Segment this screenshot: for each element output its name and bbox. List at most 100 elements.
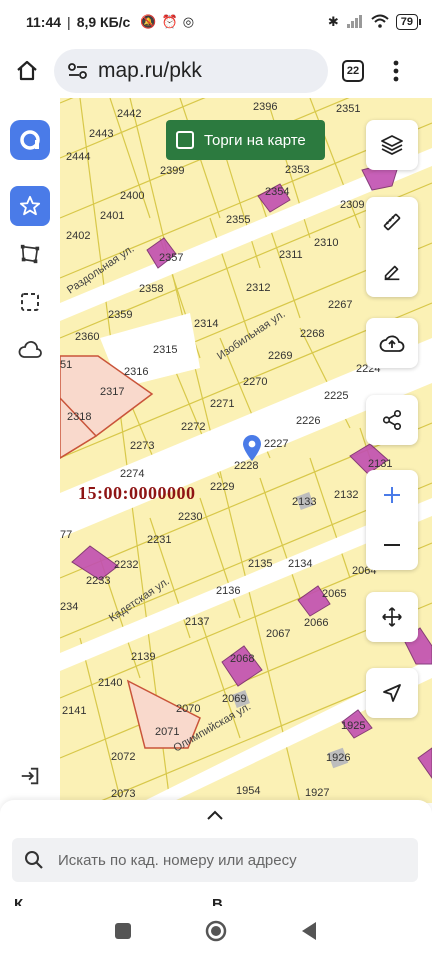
favorites-button[interactable]	[10, 186, 50, 226]
square-icon	[115, 922, 131, 939]
svg-text:2071: 2071	[155, 726, 179, 738]
signal-icon	[346, 14, 364, 31]
home-nav-button[interactable]	[204, 919, 228, 948]
svg-text:2270: 2270	[243, 376, 267, 388]
locate-me-button[interactable]	[366, 668, 418, 718]
svg-text:2401: 2401	[100, 210, 124, 222]
svg-text:2136: 2136	[216, 585, 240, 597]
back-triangle-icon	[302, 921, 316, 940]
svg-text:2272: 2272	[181, 421, 205, 433]
svg-text:2311: 2311	[279, 249, 303, 261]
svg-text:2443: 2443	[89, 128, 113, 140]
measure-control	[366, 197, 418, 297]
dashed-square-icon	[21, 293, 39, 311]
svg-text:2309: 2309	[340, 199, 364, 211]
wifi-icon	[371, 14, 389, 31]
svg-text:2232: 2232	[114, 559, 138, 571]
svg-text:234: 234	[60, 601, 78, 613]
status-time: 11:44	[26, 14, 62, 30]
ruler-button[interactable]	[366, 197, 418, 247]
alarm-icon: ⏰	[161, 14, 178, 29]
menu-button[interactable]	[386, 56, 406, 86]
move-icon	[382, 607, 402, 627]
select-area-button[interactable]	[10, 282, 50, 322]
zoom-out-button[interactable]	[366, 520, 418, 570]
layers-icon	[381, 135, 403, 156]
torgi-checkbox[interactable]	[176, 131, 194, 149]
svg-text:1925: 1925	[341, 720, 365, 732]
svg-text:1926: 1926	[326, 752, 350, 764]
search-icon	[25, 851, 43, 869]
svg-text:2315: 2315	[153, 344, 177, 356]
expand-sheet-button[interactable]	[206, 808, 224, 826]
svg-text:2318: 2318	[67, 411, 91, 423]
layers-button[interactable]	[366, 120, 418, 170]
left-toolbar	[0, 98, 60, 803]
whatsapp-icon: ◎	[182, 14, 195, 29]
star-icon	[19, 195, 41, 216]
share-button[interactable]	[366, 395, 418, 445]
address-bar[interactable]: map.ru/pkk	[54, 49, 328, 93]
svg-text:2351: 2351	[336, 103, 360, 115]
home-icon	[17, 60, 37, 81]
svg-text:2357: 2357	[159, 252, 183, 264]
status-bar: 11:44 | 8,9 КБ/с 🔕 ⏰ ◎ ✱ 79	[0, 0, 432, 44]
svg-text:2310: 2310	[314, 237, 338, 249]
svg-text:2359: 2359	[108, 309, 132, 321]
edit-button[interactable]	[366, 247, 418, 297]
cloud-button[interactable]	[10, 330, 50, 370]
locate-control	[366, 668, 418, 718]
cloud-upload-button[interactable]	[366, 318, 418, 368]
svg-text:2317: 2317	[100, 386, 124, 398]
svg-text:2269: 2269	[268, 350, 292, 362]
svg-text:2312: 2312	[246, 282, 270, 294]
svg-text:2070: 2070	[176, 703, 200, 715]
svg-text:2442: 2442	[117, 108, 141, 120]
svg-text:2066: 2066	[304, 617, 328, 629]
more-vert-icon	[393, 60, 399, 82]
pan-button[interactable]	[366, 592, 418, 642]
navigation-arrow-icon	[383, 684, 401, 702]
svg-text:2231: 2231	[147, 534, 171, 546]
back-button[interactable]	[300, 921, 318, 946]
search-input[interactable]	[58, 851, 378, 869]
login-button[interactable]	[10, 756, 50, 796]
svg-text:2230: 2230	[178, 511, 202, 523]
svg-text:2133: 2133	[292, 496, 316, 508]
svg-text:2316: 2316	[124, 366, 148, 378]
minus-icon	[384, 544, 400, 546]
svg-text:2073: 2073	[111, 788, 135, 800]
polygon-tool-button[interactable]	[10, 234, 50, 274]
recents-button[interactable]	[114, 922, 132, 945]
logo-icon	[20, 130, 40, 150]
url-text: map.ru/pkk	[98, 59, 202, 82]
torgi-toggle[interactable]: Торги на карте	[166, 120, 325, 160]
upload-control	[366, 318, 418, 368]
svg-text:2132: 2132	[334, 489, 358, 501]
plus-icon	[384, 487, 400, 503]
svg-text:2355: 2355	[226, 214, 250, 226]
svg-text:2072: 2072	[111, 751, 135, 763]
zoom-in-button[interactable]	[366, 470, 418, 520]
home-button[interactable]	[10, 54, 44, 88]
tab-switcher-button[interactable]: 22	[342, 60, 364, 82]
svg-text:2354: 2354	[265, 186, 289, 198]
status-speed: 8,9 КБ/с	[76, 14, 131, 30]
bluetooth-icon: ✱	[327, 14, 339, 29]
system-nav-bar	[0, 906, 432, 960]
circle-icon	[205, 920, 227, 941]
svg-text:2399: 2399	[160, 165, 184, 177]
svg-text:51: 51	[60, 359, 72, 371]
cloud-icon	[18, 341, 42, 358]
app-logo[interactable]	[10, 120, 50, 160]
location-pin-icon[interactable]	[241, 434, 263, 467]
search-field[interactable]	[12, 838, 418, 882]
cadastral-number-label: 15:00:0000000	[78, 483, 196, 503]
svg-text:1954: 1954	[236, 785, 260, 797]
edit-icon	[384, 265, 400, 281]
svg-text:2135: 2135	[248, 558, 272, 570]
bottom-sheet[interactable]: К В	[0, 800, 432, 913]
svg-text:2274: 2274	[120, 468, 144, 480]
cloud-upload-icon	[379, 335, 405, 352]
svg-text:2067: 2067	[266, 628, 290, 640]
